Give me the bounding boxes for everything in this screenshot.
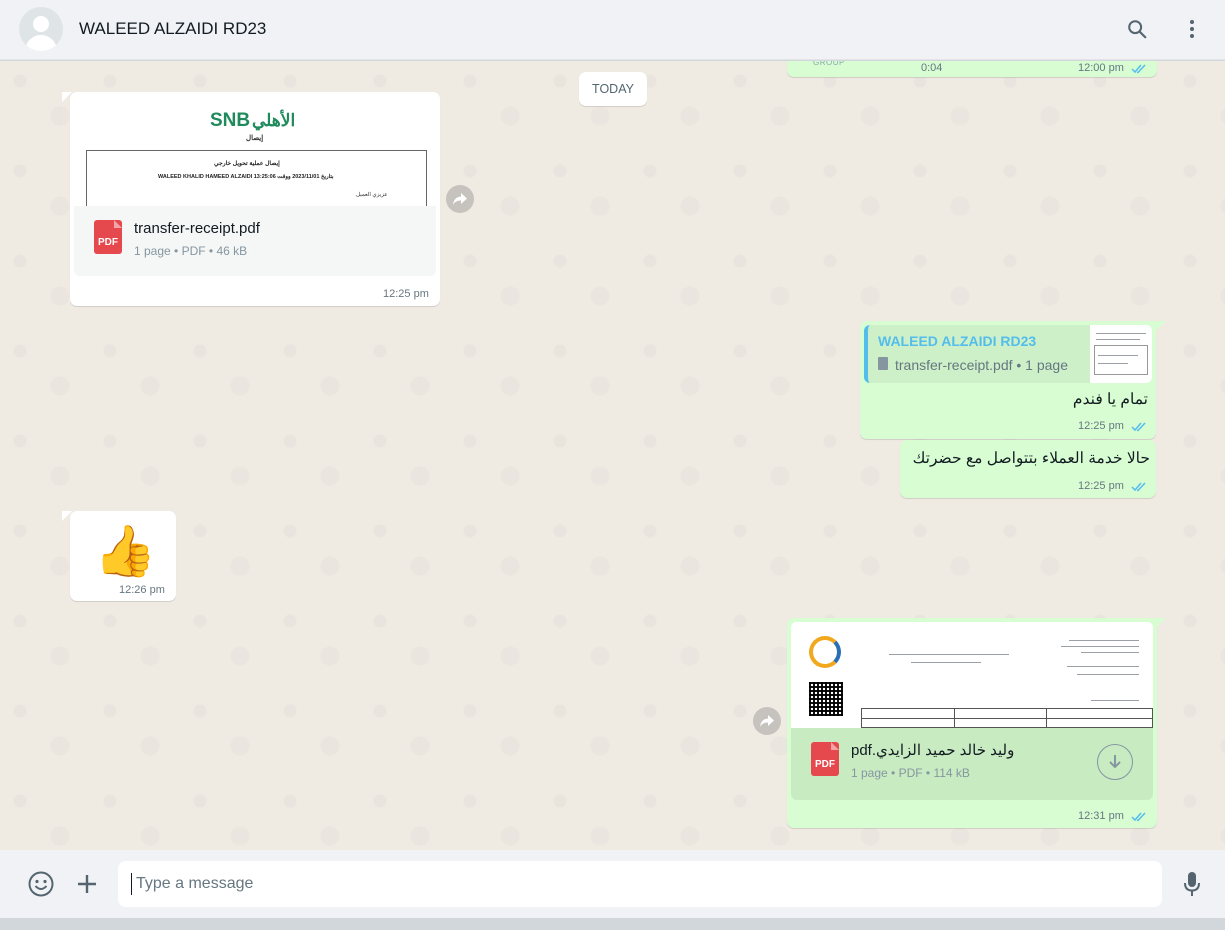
document-card[interactable]: PDF وليد خالد حميد الزايدي.pdf 1 page • … (791, 728, 1153, 800)
thumbs-up-emoji: 👍 (94, 523, 157, 579)
chat-header: WALEED ALZAIDI RD23 (0, 0, 1225, 60)
document-preview[interactable]: SNB الأهلي إيصال إيصال عملية تحويل خارجي… (74, 96, 436, 206)
window-bottom-edge (0, 918, 1225, 930)
document-file-name: transfer-receipt.pdf (134, 220, 260, 237)
download-icon[interactable] (1097, 744, 1133, 780)
qr-code (809, 682, 843, 716)
quoted-file: transfer-receipt.pdf • 1 page (895, 357, 1068, 373)
chat-title[interactable]: WALEED ALZAIDI RD23 (79, 19, 266, 39)
document-icon (878, 357, 888, 370)
receipt-heading: إيصال عملية تحويل خارجي (214, 161, 280, 167)
quoted-thumbnail (1090, 325, 1152, 383)
message-text: تمام يا فندم (1072, 391, 1148, 408)
pdf-file-icon: PDF (94, 220, 122, 254)
read-receipt-icon (1131, 812, 1146, 822)
forward-icon[interactable] (753, 707, 781, 735)
message-time: 12:26 pm (119, 584, 165, 596)
message-text: حالا خدمة العملاء بتتواصل مع حضرتك (912, 450, 1150, 467)
quoted-author: WALEED ALZAIDI RD23 (878, 333, 1037, 349)
emoji-icon[interactable] (28, 871, 54, 897)
message-time: 12:25 pm (383, 288, 429, 300)
read-receipt-icon (1131, 422, 1146, 432)
message-list[interactable]: GROUP 0:04 12:00 pm TODAY SNB الأهلي إيص… (0, 61, 1225, 850)
forward-icon[interactable] (446, 185, 474, 213)
date-divider: TODAY (579, 72, 647, 106)
message-input[interactable] (118, 861, 1162, 907)
bank-logo-arabic: الأهلي (252, 111, 296, 130)
message-bubble-reply[interactable]: WALEED ALZAIDI RD23 transfer-receipt.pdf… (860, 321, 1156, 439)
search-icon[interactable] (1125, 17, 1149, 41)
message-time: 12:25 pm (1078, 420, 1124, 432)
microphone-icon[interactable] (1179, 871, 1205, 897)
avatar[interactable] (19, 7, 63, 51)
message-bubble-text[interactable]: حالا خدمة العملاء بتتواصل مع حضرتك 12:25… (900, 440, 1156, 498)
message-bubble-emoji[interactable]: 👍 12:26 pm (70, 511, 176, 601)
attach-plus-icon[interactable] (74, 871, 100, 897)
invoice-table (861, 708, 1153, 728)
document-file-name: وليد خالد حميد الزايدي.pdf (851, 742, 1015, 759)
message-bubble-document[interactable]: SNB الأهلي إيصال إيصال عملية تحويل خارجي… (70, 92, 440, 306)
message-bubble-voice[interactable]: GROUP 0:04 12:00 pm (787, 61, 1157, 77)
document-preview[interactable] (791, 622, 1153, 728)
message-time: 12:00 pm (1078, 62, 1124, 74)
voice-duration: 0:04 (921, 62, 943, 74)
composer (0, 850, 1225, 918)
company-logo (809, 636, 841, 668)
receipt-footer: عزيزي العميل (356, 192, 388, 198)
message-time: 12:31 pm (1078, 810, 1124, 822)
voice-sender-label: GROUP (813, 61, 845, 67)
message-time: 12:25 pm (1078, 480, 1124, 492)
bank-logo: SNB (210, 110, 251, 131)
receipt-detail: WALEED KHALID HAMEED ALZAIDI بتاريخ 2023… (158, 174, 334, 180)
message-bubble-document[interactable]: PDF وليد خالد حميد الزايدي.pdf 1 page • … (787, 618, 1157, 828)
document-card[interactable]: PDF transfer-receipt.pdf 1 page • PDF • … (74, 206, 436, 276)
pdf-file-icon: PDF (811, 742, 839, 776)
read-receipt-icon (1131, 64, 1146, 74)
menu-icon[interactable] (1180, 17, 1204, 41)
document-meta: 1 page • PDF • 114 kB (851, 766, 970, 780)
text-cursor (131, 873, 132, 895)
receipt-subtitle: إيصال (246, 135, 264, 142)
document-meta: 1 page • PDF • 46 kB (134, 244, 248, 258)
quoted-message[interactable]: WALEED ALZAIDI RD23 transfer-receipt.pdf… (864, 325, 1152, 383)
read-receipt-icon (1131, 482, 1146, 492)
